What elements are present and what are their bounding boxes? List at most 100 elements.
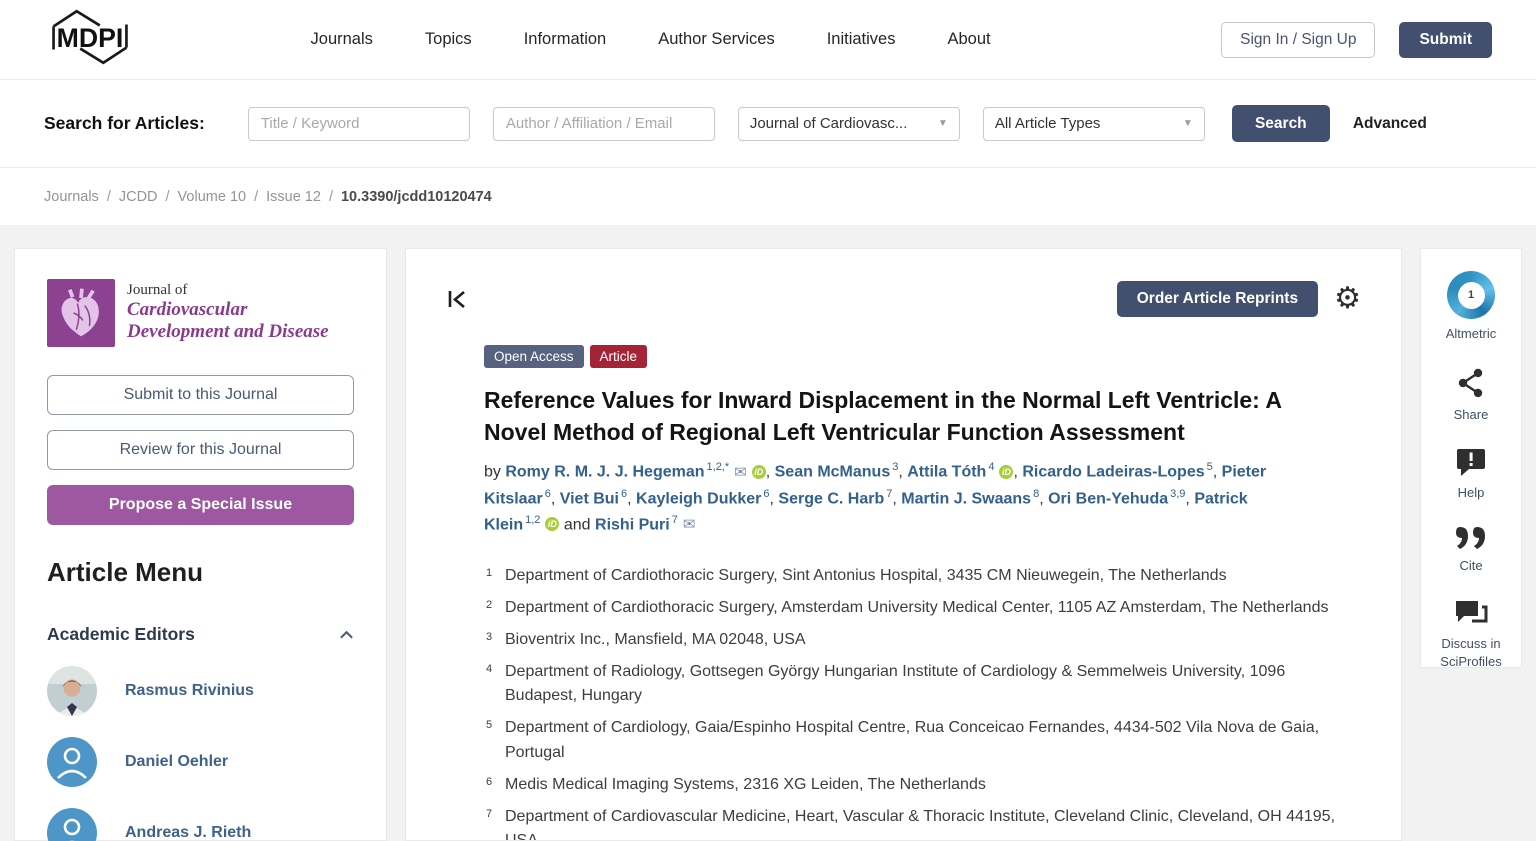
author-link[interactable]: Ori Ben-Yehuda: [1048, 490, 1168, 507]
breadcrumb-volume[interactable]: Volume 10: [178, 189, 247, 205]
gear-icon[interactable]: ⚙: [1334, 284, 1361, 314]
order-reprints-button[interactable]: Order Article Reprints: [1117, 281, 1318, 317]
breadcrumb-issue[interactable]: Issue 12: [266, 189, 321, 205]
propose-special-issue-button[interactable]: Propose a Special Issue: [47, 485, 354, 525]
nav-journals[interactable]: Journals: [311, 30, 373, 49]
person-icon: [47, 808, 97, 841]
affiliation-item: 4Department of Radiology, Gottsegen Györ…: [484, 660, 1346, 710]
nav-author-services[interactable]: Author Services: [658, 30, 774, 49]
editor-name: Rasmus Rivinius: [125, 682, 254, 700]
journal-title-prefix: Journal of: [127, 282, 329, 299]
open-access-badge: Open Access: [484, 345, 584, 368]
submit-to-journal-button[interactable]: Submit to this Journal: [47, 375, 354, 415]
search-button[interactable]: Search: [1232, 105, 1330, 142]
journal-title: Journal of Cardiovascular Development an…: [127, 279, 329, 344]
author-affiliation-input[interactable]: [493, 107, 715, 141]
chevron-up-icon: [339, 630, 354, 640]
breadcrumb-separator: /: [254, 189, 258, 205]
author-link[interactable]: Rishi Puri: [595, 516, 670, 533]
editor-rasmus-rivinius[interactable]: Rasmus Rivinius: [47, 666, 354, 716]
author-affiliation-superscript: 1,2,*: [707, 461, 730, 473]
journal-select[interactable]: Journal of Cardiovasc... ▼: [738, 107, 960, 141]
author-link[interactable]: Viet Bui: [560, 490, 619, 507]
nav-initiatives[interactable]: Initiatives: [827, 30, 896, 49]
breadcrumb-jcdd[interactable]: JCDD: [119, 189, 158, 205]
help-icon: [1454, 446, 1488, 478]
academic-editors-title: Academic Editors: [47, 624, 195, 645]
article-main-panel: Order Article Reprints ⚙ Open Access Art…: [405, 248, 1402, 841]
author-link[interactable]: Kayleigh Dukker: [636, 490, 761, 507]
editor-name: Daniel Oehler: [125, 753, 228, 771]
affiliation-list: 1Department of Cardiothoracic Surgery, S…: [484, 564, 1346, 841]
author-affiliation-superscript: 3: [892, 461, 898, 473]
main-nav: Journals Topics Information Author Servi…: [140, 30, 1161, 49]
breadcrumb-separator: /: [107, 189, 111, 205]
collapse-back-icon[interactable]: [446, 288, 468, 310]
article-search-bar: Search for Articles: Journal of Cardiova…: [0, 80, 1536, 168]
altmetric-score: 1: [1458, 282, 1485, 309]
affiliation-item: 5Department of Cardiology, Gaia/Espinho …: [484, 716, 1346, 766]
author-link[interactable]: Serge C. Harb: [778, 490, 884, 507]
article-menu-title: Article Menu: [47, 557, 354, 588]
article-type-badge: Article: [590, 345, 648, 368]
cite-tool[interactable]: Cite: [1454, 525, 1488, 575]
advanced-search-link[interactable]: Advanced: [1353, 115, 1427, 133]
editor-photo-avatar: [47, 666, 97, 716]
author-affiliation-superscript: 8: [1033, 488, 1039, 500]
help-label: Help: [1458, 484, 1485, 502]
nav-information[interactable]: Information: [524, 30, 607, 49]
author-affiliation-superscript: 6: [621, 488, 627, 500]
breadcrumb-journals[interactable]: Journals: [44, 189, 99, 205]
author-affiliation-superscript: 6: [763, 488, 769, 500]
academic-editors-toggle[interactable]: Academic Editors: [47, 624, 354, 645]
altmetric-widget[interactable]: 1 Altmetric: [1446, 271, 1497, 343]
sign-in-button[interactable]: Sign In / Sign Up: [1221, 22, 1375, 58]
affiliation-item: 6Medis Medical Imaging Systems, 2316 XG …: [484, 773, 1346, 798]
journal-select-value: Journal of Cardiovasc...: [750, 115, 908, 132]
breadcrumb-doi[interactable]: 10.3390/jcdd10120474: [341, 189, 492, 205]
submit-button[interactable]: Submit: [1399, 22, 1492, 58]
editor-name: Andreas J. Rieth: [125, 824, 251, 841]
page-body: Journal of Cardiovascular Development an…: [0, 225, 1536, 841]
author-link[interactable]: Ricardo Ladeiras-Lopes: [1022, 464, 1204, 481]
share-tool[interactable]: Share: [1454, 366, 1489, 424]
author-link[interactable]: Attila Tóth: [907, 464, 986, 481]
email-icon[interactable]: ✉: [683, 515, 696, 533]
nav-topics[interactable]: Topics: [425, 30, 472, 49]
orcid-icon[interactable]: iD: [545, 517, 559, 531]
author-link[interactable]: Martin J. Swaans: [901, 490, 1031, 507]
breadcrumb: Journals/ JCDD/ Volume 10/ Issue 12/ 10.…: [0, 168, 1536, 225]
orcid-icon[interactable]: iD: [999, 465, 1013, 479]
nav-about[interactable]: About: [947, 30, 990, 49]
chevron-down-icon: ▼: [938, 118, 948, 129]
affiliation-item: 7Department of Cardiovascular Medicine, …: [484, 805, 1346, 841]
editor-andreas-rieth[interactable]: Andreas J. Rieth: [47, 808, 354, 841]
search-for-articles-label: Search for Articles:: [44, 113, 205, 134]
article-type-select-value: All Article Types: [995, 115, 1101, 132]
author-link[interactable]: Sean McManus: [775, 464, 891, 481]
author-affiliation-superscript: 3,9: [1170, 488, 1185, 500]
journal-logo[interactable]: Journal of Cardiovascular Development an…: [47, 279, 354, 347]
altmetric-label: Altmetric: [1446, 325, 1497, 343]
help-tool[interactable]: Help: [1454, 446, 1488, 502]
share-icon: [1454, 366, 1488, 400]
journal-title-line1: Cardiovascular: [127, 299, 329, 321]
affiliation-item: 3Bioventrix Inc., Mansfield, MA 02048, U…: [484, 628, 1346, 653]
title-keyword-input[interactable]: [248, 107, 470, 141]
journal-heart-logo-icon: [47, 279, 115, 347]
chevron-down-icon: ▼: [1183, 118, 1193, 129]
top-navigation-bar: MDPI Journals Topics Information Author …: [0, 0, 1536, 80]
header-actions: Sign In / Sign Up Submit: [1221, 22, 1492, 58]
orcid-icon[interactable]: iD: [752, 465, 766, 479]
discuss-label: Discuss in SciProfiles: [1427, 635, 1515, 670]
affiliation-item: 2Department of Cardiothoracic Surgery, A…: [484, 596, 1346, 621]
email-icon[interactable]: ✉: [734, 463, 747, 481]
discuss-tool[interactable]: Discuss in SciProfiles: [1427, 597, 1515, 670]
article-type-select[interactable]: All Article Types ▼: [983, 107, 1205, 141]
author-link[interactable]: Romy R. M. J. J. Hegeman: [505, 464, 704, 481]
mdpi-logo[interactable]: MDPI: [44, 5, 140, 74]
review-for-journal-button[interactable]: Review for this Journal: [47, 430, 354, 470]
editor-daniel-oehler[interactable]: Daniel Oehler: [47, 737, 354, 787]
journal-title-line2: Development and Disease: [127, 321, 329, 343]
author-affiliation-superscript: 5: [1207, 461, 1213, 473]
